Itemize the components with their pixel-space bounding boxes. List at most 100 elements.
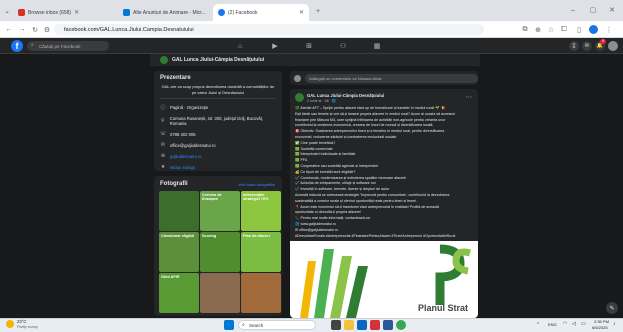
intro-row-rating[interactable]: ★ Niciun ratings · [160, 164, 276, 170]
photo-tile[interactable]: Scoring [200, 232, 240, 272]
sidebar-icon[interactable]: ▯ [574, 24, 584, 35]
rating-link[interactable]: Niciun ratings · [170, 165, 198, 170]
post-author[interactable]: GAL Lunca Jiului-Câmpia Desnățuiului [307, 93, 384, 98]
wifi-icon[interactable]: ◠ [563, 321, 567, 327]
new-message-icon[interactable]: ✎ [606, 302, 618, 314]
tray-chevron-icon[interactable]: ⌃ [536, 322, 540, 328]
photo-tile[interactable] [159, 191, 199, 231]
clock-date: 6/6/2025 [592, 325, 608, 330]
taskbar-search-input[interactable]: ⌕ Search [238, 320, 316, 330]
page-avatar[interactable] [160, 56, 168, 64]
tab-label: (2) Facebook [228, 9, 258, 16]
web-icon: ⊕ [160, 153, 166, 159]
tab-facebook[interactable]: (2) Facebook ✕ [213, 4, 309, 21]
facebook-logo[interactable]: f [11, 40, 23, 52]
site-info-icon[interactable]: ⚙ [42, 24, 52, 35]
close-icon[interactable]: ✕ [299, 9, 304, 16]
page-name[interactable]: GAL Lunca Jiului-Câmpia Desnățuiului [172, 57, 264, 63]
word-icon[interactable] [383, 320, 393, 330]
forward-icon[interactable]: → [17, 24, 27, 35]
tab-label: Browse inbox (658) [28, 9, 72, 16]
comment-composer[interactable]: Adăugați un comentariu ca Nosana Alina [290, 71, 478, 85]
intro-row-text: office@galjiuldesnatui.ro [170, 142, 216, 148]
search-icon: ⌕ [242, 322, 245, 328]
home-icon[interactable]: ⌂ [233, 40, 247, 52]
intro-row-category: ⓘ Pagină · Organizație [160, 104, 276, 111]
windows-start-icon[interactable] [224, 320, 234, 330]
intro-row-address: ⚲ Comuna Rusanești, str. 300, județul Dol… [160, 116, 276, 126]
search-icon: ⌕ [31, 42, 34, 48]
groups-icon[interactable]: ⚇ [336, 40, 350, 52]
website-link[interactable]: galjiuldesnatui.ro [170, 154, 201, 159]
reload-icon[interactable]: ↻ [30, 24, 40, 35]
task-view-icon[interactable] [331, 320, 341, 330]
photo-tile[interactable]: Chestionar eligibil [159, 232, 199, 272]
divider [160, 98, 276, 99]
tab-search-icon[interactable]: ⌄ [2, 6, 12, 16]
photo-tile[interactable] [241, 273, 281, 313]
marketplace-icon[interactable]: ⊞ [302, 40, 316, 52]
intro-row-text: Comuna Rusanești, str. 300, județul Dolj… [169, 116, 264, 126]
profile-avatar[interactable] [589, 25, 598, 34]
mail-icon [18, 9, 25, 16]
close-icon[interactable]: ✕ [74, 9, 79, 16]
close-icon[interactable]: ✕ [209, 9, 210, 16]
menu-icon[interactable]: ⋮ [604, 24, 614, 35]
intro-row-phone: ☏ 0788 402 006 [160, 131, 276, 137]
zoom-icon[interactable]: ⊕ [533, 24, 543, 35]
menu-grid-icon[interactable]: ⣿ [569, 41, 579, 51]
battery-icon[interactable]: ▭ [581, 321, 586, 327]
gaming-icon[interactable]: ▦ [370, 40, 384, 52]
weather-desc: Partly sunny [17, 325, 38, 329]
facebook-icon [218, 9, 225, 16]
notification-bell-icon[interactable]: ♪ [613, 321, 616, 327]
intro-description: GAL are ca scop propus dezvoltarea durab… [161, 84, 275, 95]
outlook-icon[interactable] [357, 320, 367, 330]
tab-anunturi[interactable]: Alte Anunturi de Animare - Micr... ✕ [118, 4, 210, 21]
tab-inbox[interactable]: Browse inbox (658) ✕ [13, 4, 79, 21]
rating-icon: ★ [160, 164, 166, 170]
search-input[interactable]: ⌕ Căutați pe Facebook [27, 41, 109, 51]
new-tab-button[interactable]: + [313, 6, 323, 16]
maximize-button[interactable]: ▢ [586, 5, 600, 15]
intro-title: Prezentare [160, 75, 191, 81]
post-author-avatar[interactable] [295, 93, 304, 102]
close-window-button[interactable]: ✕ [605, 5, 619, 15]
post-meta: 2 iunie la · 48 · 🌐 [307, 99, 337, 103]
file-explorer-icon[interactable] [344, 320, 354, 330]
post-hashtags[interactable]: #DezvoltareRurala #Antreprenoriat #Finan… [295, 234, 475, 240]
messenger-icon[interactable]: ✉ [582, 41, 592, 51]
comment-input[interactable]: Adăugați un comentariu ca Nosana Alina [305, 73, 478, 83]
language-indicator[interactable]: ENG [548, 322, 557, 327]
intro-row-text: 0788 402 006 [170, 131, 196, 137]
location-icon: ⚲ [161, 118, 165, 124]
video-icon[interactable]: ▶ [268, 40, 282, 52]
volume-icon[interactable]: ◁ [572, 321, 576, 327]
translate-icon[interactable]: ⧉ [520, 24, 530, 35]
minimize-button[interactable]: – [566, 5, 580, 15]
see-all-photos-link[interactable]: Vezi toate fotografiile [238, 182, 275, 187]
intro-row-website[interactable]: ⊕ galjiuldesnatui.ro [160, 153, 276, 159]
post-line: Ești tânăr sau femeie și vrei să-ți lans… [295, 111, 455, 116]
back-icon[interactable]: ← [4, 24, 14, 35]
extensions-icon[interactable]: ⧠ [559, 24, 569, 35]
photo-tile[interactable]: Ghid AFIR [159, 273, 199, 313]
intro-card: Prezentare GAL are ca scop propus dezvol… [154, 71, 282, 171]
photo-tile[interactable]: Plan de afaceri [241, 232, 281, 272]
bookmark-star-icon[interactable]: ☆ [546, 24, 556, 35]
photos-title: Fotografii [160, 181, 188, 187]
acrobat-icon[interactable] [370, 320, 380, 330]
url-field[interactable]: facebook.com/GAL.Lunca.Jiului.Campia.Des… [54, 24, 484, 35]
clock-time[interactable]: 2:35 PM [594, 319, 609, 324]
weather-temp[interactable]: 23°C [17, 319, 26, 324]
search-placeholder: Căutați pe Facebook [39, 43, 81, 49]
browser-tab-bar [0, 0, 623, 21]
more-options-icon[interactable]: ⋯ [464, 93, 474, 101]
photo-tile[interactable]: Cererea de finanțare [200, 191, 240, 231]
chrome-icon[interactable] [396, 320, 406, 330]
photo-tile[interactable] [200, 273, 240, 313]
account-avatar[interactable] [608, 41, 618, 51]
taskbar-search-label: Search [249, 322, 264, 328]
photo-tile[interactable]: Intervențiile strategiei 70% [241, 191, 281, 231]
post-image[interactable]: Planul Strat [290, 241, 478, 318]
